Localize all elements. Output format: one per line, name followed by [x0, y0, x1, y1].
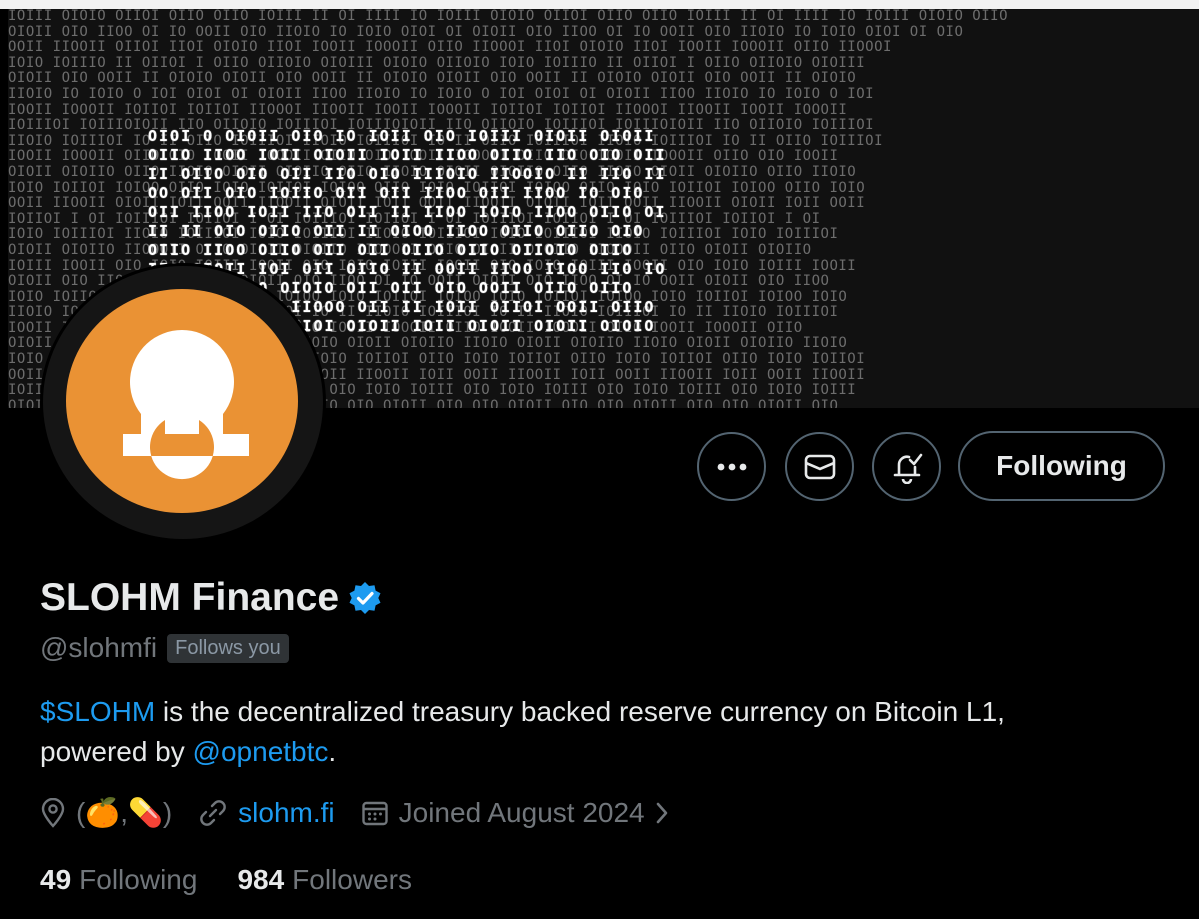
bio-ticker-link[interactable]: $SLOHM: [40, 696, 155, 727]
display-name: SLOHM Finance: [40, 576, 340, 619]
bio-text-2: powered by: [40, 736, 193, 767]
following-count[interactable]: 49: [40, 864, 71, 896]
location-item: (🍊,💊): [40, 796, 172, 829]
follow-counts: 49 Following 984 Followers: [40, 864, 452, 896]
followers-label[interactable]: Followers: [292, 864, 412, 896]
location-text: (🍊,💊): [76, 797, 173, 828]
handle-row: @slohmfi Follows you: [40, 632, 289, 664]
handle: @slohmfi: [40, 632, 158, 663]
website-link[interactable]: slohm.fi: [238, 797, 334, 829]
location-pin-icon: [40, 797, 66, 828]
bio-text-1: is the decentralized treasury backed res…: [155, 696, 1005, 727]
bio-mention-link[interactable]: @opnetbtc: [193, 736, 329, 767]
message-button[interactable]: [785, 432, 854, 501]
profile-meta: (🍊,💊) slohm.fi Joined August 2024: [40, 796, 705, 829]
notifications-button[interactable]: [872, 432, 941, 501]
followers-count[interactable]: 984: [237, 864, 284, 896]
top-strip: [0, 0, 1199, 9]
following-label[interactable]: Following: [79, 864, 197, 896]
more-dots-icon: [717, 463, 746, 470]
verified-badge-icon[interactable]: [347, 580, 383, 616]
chevron-right-icon: [655, 801, 669, 825]
bio: $SLOHM is the decentralized treasury bac…: [40, 692, 1150, 772]
avatar[interactable]: [66, 289, 298, 513]
joined-item[interactable]: Joined August 2024: [361, 797, 679, 829]
website-item: slohm.fi: [198, 797, 335, 829]
follows-you-badge: Follows you: [167, 633, 289, 663]
bell-check-icon: [893, 453, 922, 484]
envelope-icon: [804, 454, 835, 479]
display-name-row: SLOHM Finance: [40, 576, 383, 620]
joined-text: Joined August 2024: [398, 796, 645, 828]
slohm-logo-icon: [123, 330, 249, 480]
following-button[interactable]: Following: [958, 431, 1165, 501]
link-icon: [198, 798, 228, 828]
bio-text-3: .: [328, 736, 337, 767]
calendar-icon: [361, 799, 389, 827]
more-button[interactable]: [697, 432, 766, 501]
